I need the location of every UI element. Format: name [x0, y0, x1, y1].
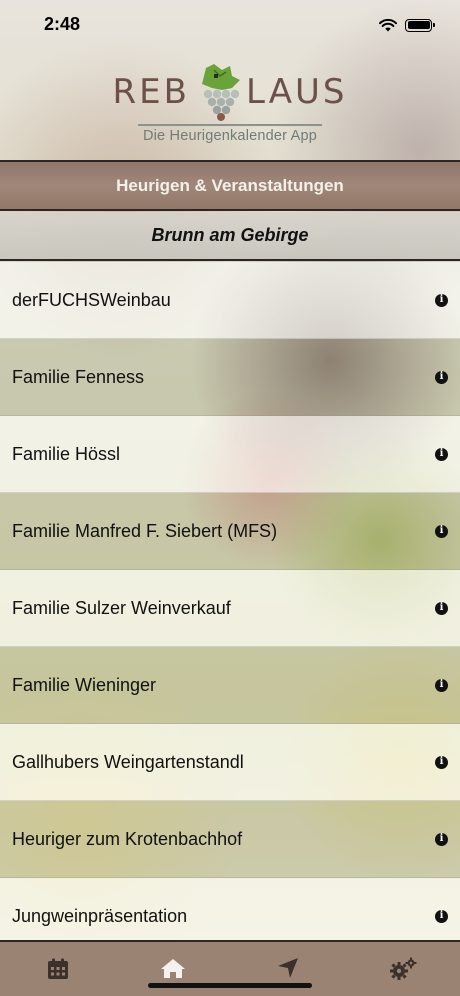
- list-item[interactable]: Heuriger zum Krotenbachhof i: [0, 801, 460, 878]
- location-arrow-icon: [277, 958, 298, 978]
- calendar-icon: [47, 958, 68, 979]
- info-circle-icon[interactable]: i: [435, 524, 448, 538]
- info-circle-icon[interactable]: i: [435, 755, 448, 769]
- logo-subtitle: Die Heurigenkalender App: [142, 127, 318, 144]
- section-header: Heurigen & Veranstaltungen: [0, 160, 460, 211]
- gears-icon: [389, 957, 416, 980]
- battery-icon: [405, 18, 435, 32]
- heurigen-list: derFUCHSWeinbau i Familie Fenness i Fami…: [0, 262, 460, 955]
- info-circle-icon[interactable]: i: [435, 601, 448, 615]
- status-bar: 2:48: [0, 0, 460, 50]
- status-icons: [379, 18, 435, 32]
- list-item-label: Jungweinpräsentation: [12, 905, 188, 926]
- list-item-label: Familie Wieninger: [12, 674, 157, 695]
- list-item-label: Familie Manfred F. Siebert (MFS): [12, 520, 278, 541]
- info-circle-icon[interactable]: i: [435, 447, 448, 461]
- list-item[interactable]: Familie Manfred F. Siebert (MFS) i: [0, 493, 460, 570]
- tab-calendar[interactable]: [28, 957, 88, 981]
- list-item-label: Familie Hössl: [12, 443, 121, 464]
- logo-divider: [138, 124, 322, 126]
- wifi-icon: [379, 18, 397, 31]
- location-title: Brunn am Gebirge: [151, 225, 309, 245]
- list-item-label: derFUCHSWeinbau: [12, 289, 171, 310]
- list-item-label: Gallhubers Weingartenstandl: [12, 751, 244, 772]
- info-circle-icon[interactable]: i: [435, 678, 448, 692]
- list-item[interactable]: Gallhubers Weingartenstandl i: [0, 724, 460, 801]
- status-time: 2:48: [44, 13, 81, 34]
- info-circle-icon[interactable]: i: [435, 909, 448, 923]
- logo-left-word: REB: [112, 72, 190, 112]
- list-item-label: Familie Fenness: [12, 366, 145, 387]
- grape-leaf-icon: [201, 64, 240, 121]
- list-item[interactable]: Familie Wieninger i: [0, 647, 460, 724]
- list-item[interactable]: Familie Fenness i: [0, 339, 460, 416]
- info-circle-icon[interactable]: i: [435, 370, 448, 384]
- home-indicator: [148, 983, 312, 988]
- logo-right-word: LAUS: [245, 72, 348, 112]
- list-item[interactable]: Familie Hössl i: [0, 416, 460, 493]
- tab-settings[interactable]: [373, 957, 433, 981]
- logo-wordmark: REB LAUS: [113, 62, 348, 122]
- list-item-label: Heuriger zum Krotenbachhof: [12, 828, 243, 849]
- tab-home[interactable]: [143, 957, 203, 979]
- list-item[interactable]: Familie Sulzer Weinverkauf i: [0, 570, 460, 647]
- location-header: Brunn am Gebirge: [0, 212, 460, 261]
- list-item-label: Familie Sulzer Weinverkauf: [12, 597, 231, 618]
- home-icon: [160, 959, 185, 978]
- tab-location[interactable]: [258, 957, 318, 979]
- section-title: Heurigen & Veranstaltungen: [116, 175, 344, 195]
- info-circle-icon[interactable]: i: [435, 832, 448, 846]
- list-item[interactable]: derFUCHSWeinbau i: [0, 262, 460, 339]
- info-circle-icon[interactable]: i: [435, 293, 448, 307]
- app-logo: REB LAUS Die Heurigenkalender App: [0, 62, 460, 152]
